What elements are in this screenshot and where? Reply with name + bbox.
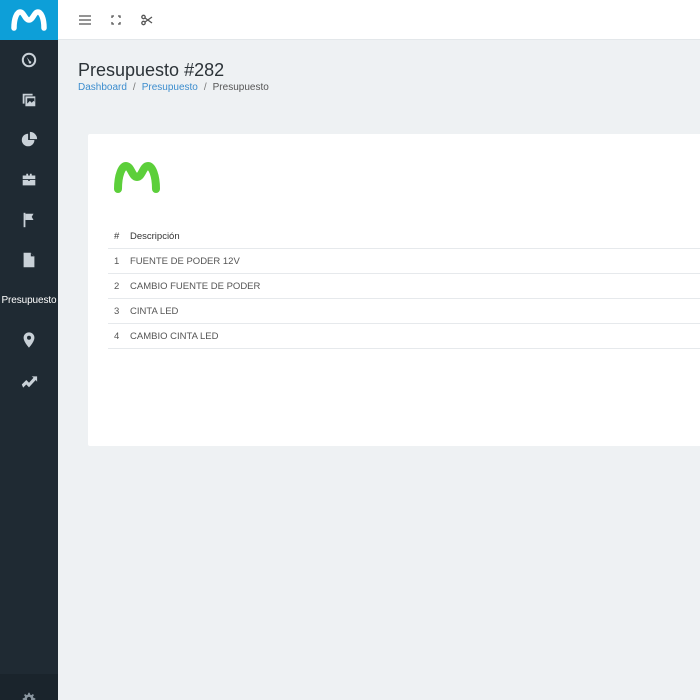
row-description: FUENTE DE PODER 12V <box>130 255 240 267</box>
movistar-logo-icon <box>114 162 160 193</box>
gear-icon <box>22 692 36 700</box>
briefcase-icon <box>22 173 36 186</box>
sidebar-item-flags[interactable] <box>0 200 58 240</box>
sidebar-settings[interactable] <box>0 674 58 700</box>
sidebar-item-locations[interactable] <box>0 320 58 360</box>
brand-logo[interactable] <box>0 0 58 40</box>
row-number: 3 <box>114 305 120 317</box>
table-row: 2 CAMBIO FUENTE DE PODER <box>108 274 700 299</box>
trending-up-icon <box>21 376 38 388</box>
breadcrumb-separator: / <box>132 82 136 93</box>
menu-toggle-button[interactable] <box>78 13 92 27</box>
column-header-description: Descripción <box>130 230 180 242</box>
table-header-row: # Descripción <box>108 224 700 249</box>
scissors-icon <box>141 14 153 25</box>
row-number: 4 <box>114 330 120 342</box>
fullscreen-button[interactable] <box>109 13 123 27</box>
table-row: 1 FUENTE DE PODER 12V <box>108 249 700 274</box>
pie-chart-icon <box>21 131 38 147</box>
sidebar-item-label: Presupuesto <box>1 294 57 306</box>
breadcrumb-home-link[interactable]: Dashboard <box>78 82 127 93</box>
breadcrumb-current: Presupuesto <box>212 82 269 93</box>
table-row: 3 CINTA LED <box>108 299 700 324</box>
row-number: 1 <box>114 255 120 267</box>
images-icon <box>22 93 36 107</box>
dashboard-gauge-icon <box>21 52 37 68</box>
page-title: Presupuesto #282 <box>78 60 225 80</box>
row-description: CAMBIO CINTA LED <box>130 330 219 342</box>
sidebar-item-documents[interactable] <box>0 240 58 280</box>
sidebar-item-gallery[interactable] <box>0 80 58 120</box>
column-header-number: # <box>114 230 120 242</box>
scissors-button[interactable] <box>140 13 154 27</box>
sidebar-item-reports[interactable] <box>0 120 58 160</box>
hamburger-menu-icon <box>79 14 91 25</box>
map-pin-icon <box>23 332 35 348</box>
breadcrumb-separator: / <box>203 82 207 93</box>
sidebar-item-dashboard[interactable] <box>0 40 58 80</box>
sidebar: Presupuesto <box>0 0 58 700</box>
breadcrumb-section-link[interactable]: Presupuesto <box>142 82 198 93</box>
row-description: CINTA LED <box>130 305 179 317</box>
breadcrumb: Dashboard / Presupuesto / Presupuesto <box>78 82 269 93</box>
flag-icon <box>23 212 34 228</box>
topbar <box>58 0 700 40</box>
movistar-logo-icon <box>11 9 47 31</box>
budget-card: # Descripción 1 FUENTE DE PODER 12V 2 CA… <box>88 134 700 446</box>
table-row: 4 CAMBIO CINTA LED <box>108 324 700 349</box>
row-number: 2 <box>114 280 120 292</box>
sidebar-item-jobs[interactable] <box>0 160 58 200</box>
row-description: CAMBIO FUENTE DE PODER <box>130 280 261 292</box>
sidebar-item-stats[interactable] <box>0 360 58 400</box>
items-table: # Descripción 1 FUENTE DE PODER 12V 2 CA… <box>108 224 700 349</box>
document-icon <box>23 252 35 268</box>
sidebar-item-presupuesto[interactable]: Presupuesto <box>0 280 58 320</box>
fullscreen-icon <box>111 14 121 25</box>
